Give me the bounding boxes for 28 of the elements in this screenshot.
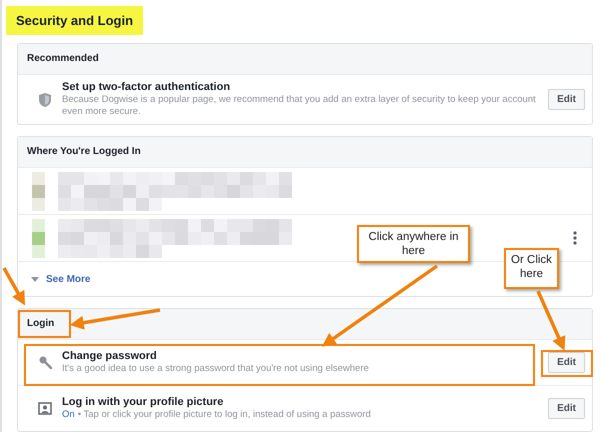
setting-row[interactable]: Set up two-factor authentication Because Dogwise is a popular page, we recommend that you add an extra layer of security to keep your account even more secure. Edit: [18, 75, 592, 124]
page-title: Security and Login: [6, 6, 144, 35]
setting-description: Because Dogwise is a popular page, we recommend that you add an extra layer of security to keep your account even more secure.: [62, 94, 536, 117]
setting-description: • Tap or click your profile picture to log in, instead of using a password: [78, 409, 371, 420]
edit-button[interactable]: Edit: [548, 89, 585, 110]
highlight-frame: [18, 310, 71, 338]
setting-row[interactable]: Change password It's a good idea to use a strong password that you're not using elsewhere Edit: [18, 340, 592, 385]
key-icon: [38, 354, 52, 370]
edit-button[interactable]: Edit: [548, 352, 585, 373]
section-header: Where You're Logged In: [18, 137, 592, 168]
highlight-frame: [541, 350, 593, 377]
section-header: Login: [18, 309, 592, 340]
status-text: On: [62, 409, 75, 420]
see-more-link[interactable]: See More: [46, 274, 90, 284]
setting-row[interactable]: Log in with your profile picture On • Tap or click your profile picture to log in, instead of using a password Edit: [18, 385, 592, 431]
callout-box: Or Click here: [504, 248, 559, 289]
arrow: [536, 290, 566, 351]
callout-box: Click anywhere in here: [357, 225, 470, 263]
section-header: Recommended: [18, 44, 592, 75]
setting-title: Change password: [62, 350, 158, 362]
setting-title: Set up two-factor authentication: [62, 81, 232, 93]
caret-icon: [31, 276, 39, 282]
edit-button[interactable]: Edit: [548, 398, 585, 419]
portrait-icon: [38, 400, 52, 416]
setting-title: Log in with your profile picture: [62, 396, 224, 408]
shield-icon: [38, 92, 52, 108]
arrow: [2, 267, 26, 306]
setting-description: It's a good idea to use a strong password that you're not using elsewhere: [62, 363, 369, 374]
